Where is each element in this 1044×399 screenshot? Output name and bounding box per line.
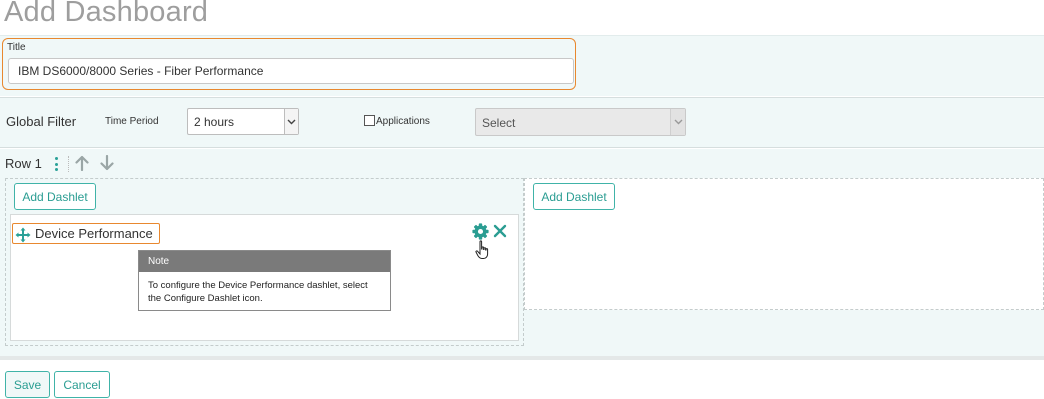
title-input[interactable]: IBM DS6000/8000 Series - Fiber Performan…: [8, 58, 574, 84]
add-dashlet-button[interactable]: Add Dashlet: [14, 183, 96, 210]
row-label: Row 1: [5, 156, 42, 171]
note-body: To configure the Device Performance dash…: [148, 280, 368, 304]
chevron-down-icon: [284, 109, 298, 134]
vertical-dots-icon[interactable]: [53, 157, 59, 171]
title-label: Title: [7, 42, 26, 53]
hand-cursor-icon: [475, 240, 491, 265]
close-icon[interactable]: [493, 224, 507, 243]
title-field-group: Title IBM DS6000/8000 Series - Fiber Per…: [2, 38, 576, 90]
global-filter-label: Global Filter: [6, 114, 77, 129]
chevron-down-icon: [670, 109, 685, 135]
row-separator: [68, 156, 69, 172]
note-popover: Note To configure the Device Performance…: [138, 250, 391, 311]
cancel-button[interactable]: Cancel: [54, 371, 110, 398]
arrow-down-icon[interactable]: [100, 154, 114, 176]
move-icon[interactable]: [15, 227, 31, 248]
dashlet-title: Device Performance: [35, 226, 153, 241]
time-period-select[interactable]: 2 hours: [187, 108, 299, 135]
time-period-label: Time Period: [105, 116, 159, 127]
divider: [0, 356, 1044, 360]
save-button[interactable]: Save: [5, 371, 50, 398]
arrow-up-icon[interactable]: [75, 155, 89, 176]
add-dashlet-button[interactable]: Add Dashlet: [533, 183, 615, 210]
applications-select-value: Select: [482, 116, 516, 130]
page-title: Add Dashboard: [4, 0, 209, 28]
applications-checkbox[interactable]: [364, 115, 375, 126]
applications-label: Applications: [376, 116, 430, 127]
time-period-value: 2 hours: [194, 115, 235, 129]
applications-select[interactable]: Select: [475, 108, 686, 136]
note-header: Note: [139, 251, 390, 272]
